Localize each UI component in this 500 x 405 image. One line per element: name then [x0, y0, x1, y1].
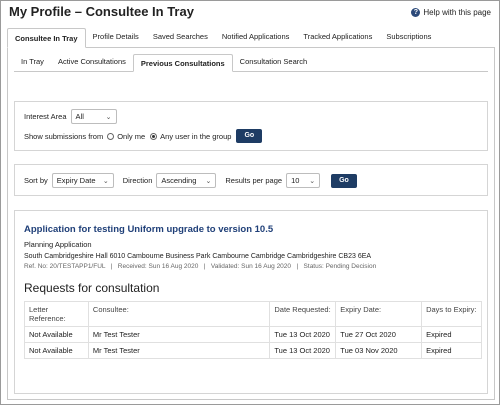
help-label: Help with this page	[423, 8, 491, 17]
filter-go-button[interactable]: Go	[236, 129, 263, 143]
cell-consultee: Mr Test Tester	[87, 326, 271, 343]
tab-notified-applications[interactable]: Notified Applications	[215, 27, 297, 47]
tab-profile-details[interactable]: Profile Details	[86, 27, 146, 47]
application-type: Planning Application	[24, 240, 92, 249]
cell-days-to-expiry: Expired	[421, 342, 482, 359]
cell-expiry-date: Tue 27 Oct 2020	[335, 326, 423, 343]
chevron-down-icon: ⌄	[102, 177, 109, 185]
table-header-row: Letter Reference: Consultee: Date Reques…	[24, 301, 482, 327]
subtab-previous-consultations[interactable]: Previous Consultations	[132, 54, 233, 72]
help-icon: ?	[411, 8, 421, 17]
col-date-requested: Date Requested:	[269, 301, 337, 327]
help-link[interactable]: ? Help with this page	[411, 8, 491, 17]
col-expiry-date: Expiry Date:	[335, 301, 423, 327]
subtab-consultation-search[interactable]: Consultation Search	[233, 53, 315, 71]
tab-tracked-applications[interactable]: Tracked Applications	[296, 27, 379, 47]
show-submissions-label: Show submissions from	[24, 131, 104, 141]
results-per-page-label: Results per page	[225, 176, 283, 185]
cell-date-requested: Tue 13 Oct 2020	[269, 326, 337, 343]
any-user-label: Any user in the group	[160, 131, 232, 141]
sort-by-select[interactable]: Expiry Date ⌄	[51, 173, 114, 188]
sub-tabs: In Tray Active Consultations Previous Co…	[14, 53, 488, 72]
tab-subscriptions[interactable]: Subscriptions	[379, 27, 438, 47]
results-per-page-value: 10	[291, 176, 300, 185]
col-days-to-expiry: Days to Expiry:	[421, 301, 482, 327]
cell-days-to-expiry: Expired	[421, 326, 482, 343]
cell-consultee: Mr Test Tester	[87, 342, 271, 359]
main-tabs: Consultee In Tray Profile Details Saved …	[7, 28, 495, 48]
results-panel: Application for testing Uniform upgrade …	[14, 210, 488, 394]
filter-panel: Interest Area All ⌄ Show submissions fro…	[14, 101, 488, 151]
cell-expiry-date: Tue 03 Nov 2020	[335, 342, 423, 359]
tab-saved-searches[interactable]: Saved Searches	[146, 27, 215, 47]
cell-letter-reference: Not Available	[24, 342, 89, 359]
direction-value: Ascending	[161, 176, 197, 185]
interest-area-value: All	[75, 112, 84, 121]
chevron-down-icon: ⌄	[309, 177, 316, 185]
table-row: Not Available Mr Test Tester Tue 13 Oct …	[24, 342, 482, 359]
page-title: My Profile – Consultee In Tray	[9, 4, 194, 19]
results-per-page-select[interactable]: 10 ⌄	[286, 173, 321, 188]
only-me-label: Only me	[117, 131, 146, 141]
sort-panel: Sort by Expiry Date ⌄ Direction Ascendin…	[14, 164, 488, 196]
sort-by-value: Expiry Date	[56, 176, 96, 185]
tab-panel: In Tray Active Consultations Previous Co…	[7, 48, 495, 400]
tab-consultee-in-tray[interactable]: Consultee In Tray	[7, 28, 86, 48]
chevron-down-icon: ⌄	[205, 177, 212, 185]
interest-area-select[interactable]: All ⌄	[70, 109, 117, 124]
subtab-in-tray[interactable]: In Tray	[14, 53, 51, 71]
sort-go-button[interactable]: Go	[331, 173, 357, 188]
application-meta: Ref. No: 20/TESTAPP1/FUL | Received: Sun…	[24, 263, 377, 270]
page-frame: My Profile – Consultee In Tray ? Help wi…	[0, 0, 500, 405]
application-title-link[interactable]: Application for testing Uniform upgrade …	[24, 224, 273, 235]
sort-by-label: Sort by	[24, 176, 48, 185]
radio-only-me[interactable]	[107, 132, 115, 140]
interest-area-label: Interest Area	[24, 112, 67, 121]
direction-label: Direction	[122, 176, 153, 185]
cell-date-requested: Tue 13 Oct 2020	[269, 342, 337, 359]
cell-letter-reference: Not Available	[24, 326, 89, 343]
chevron-down-icon: ⌄	[105, 113, 112, 121]
col-letter-reference: Letter Reference:	[24, 301, 89, 327]
direction-select[interactable]: Ascending ⌄	[156, 173, 217, 188]
table-row: Not Available Mr Test Tester Tue 13 Oct …	[24, 326, 482, 343]
subtab-active-consultations[interactable]: Active Consultations	[51, 53, 133, 71]
radio-any-user[interactable]	[150, 132, 158, 140]
requests-heading: Requests for consultation	[24, 281, 160, 295]
col-consultee: Consultee:	[87, 301, 271, 327]
application-address: South Cambridgeshire Hall 6010 Cambourne…	[24, 253, 372, 260]
requests-table: Letter Reference: Consultee: Date Reques…	[24, 301, 482, 359]
